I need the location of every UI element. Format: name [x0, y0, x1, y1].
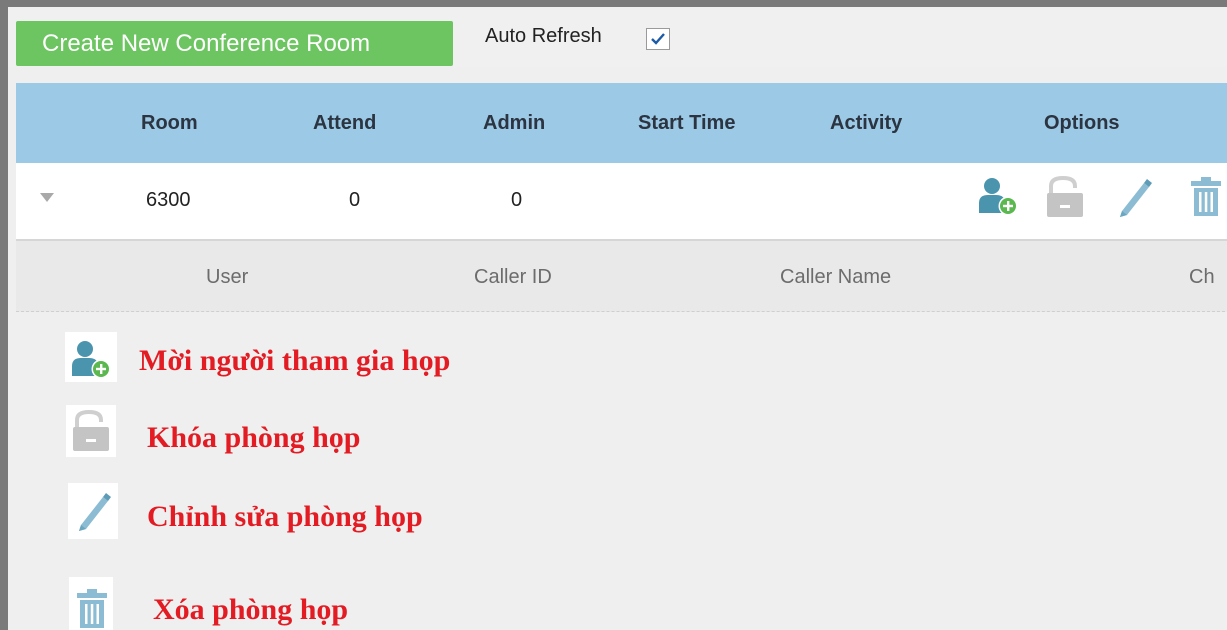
legend-delete-text: Xóa phòng họp [153, 593, 349, 626]
create-conference-room-button[interactable]: Create New Conference Room [16, 21, 453, 66]
legend-edit-text: Chỉnh sửa phòng họp [147, 500, 423, 533]
toolbar: Create New Conference Room Auto Refresh [8, 7, 1227, 67]
column-header-admin[interactable]: Admin [483, 112, 545, 135]
column-header-start-time[interactable]: Start Time [638, 112, 735, 135]
column-header-caller-name: Caller Name [780, 266, 892, 288]
checkmark-icon [651, 33, 665, 45]
participants-header: User Caller ID Caller Name Ch [16, 241, 1227, 312]
column-header-room[interactable]: Room [141, 112, 198, 135]
column-header-options: Options [1044, 112, 1120, 134]
add-user-icon [72, 341, 111, 379]
auto-refresh-label: Auto Refresh [485, 25, 602, 47]
expand-arrow-icon[interactable] [40, 193, 54, 202]
auto-refresh-checkbox[interactable] [646, 28, 670, 50]
legend-lock-text: Khóa phòng họp [147, 421, 361, 454]
add-user-icon[interactable] [976, 175, 1020, 219]
edit-icon [79, 493, 111, 531]
edit-icon[interactable] [1114, 175, 1154, 219]
table-header: Room Attend Admin Start Time Activity Op… [16, 83, 1227, 163]
legend-invite-text: Mời người tham gia họp [139, 344, 451, 377]
column-header-activity[interactable]: Activity [830, 112, 902, 135]
unlock-icon[interactable] [1043, 175, 1087, 221]
room-number: 6300 [146, 189, 191, 211]
column-header-channel: Ch [1189, 266, 1215, 288]
column-header-attend[interactable]: Attend [313, 112, 376, 135]
attend-count: 0 [349, 189, 361, 211]
delete-icon[interactable] [1189, 175, 1223, 219]
unlock-icon [73, 409, 109, 451]
column-header-user: User [206, 266, 249, 288]
admin-count: 0 [511, 189, 523, 211]
app-frame: Create New Conference Room Auto Refresh … [0, 0, 1227, 630]
delete-icon [77, 589, 107, 628]
column-header-caller-id: Caller ID [474, 266, 552, 288]
table-row[interactable]: 6300 0 0 [16, 163, 1227, 241]
